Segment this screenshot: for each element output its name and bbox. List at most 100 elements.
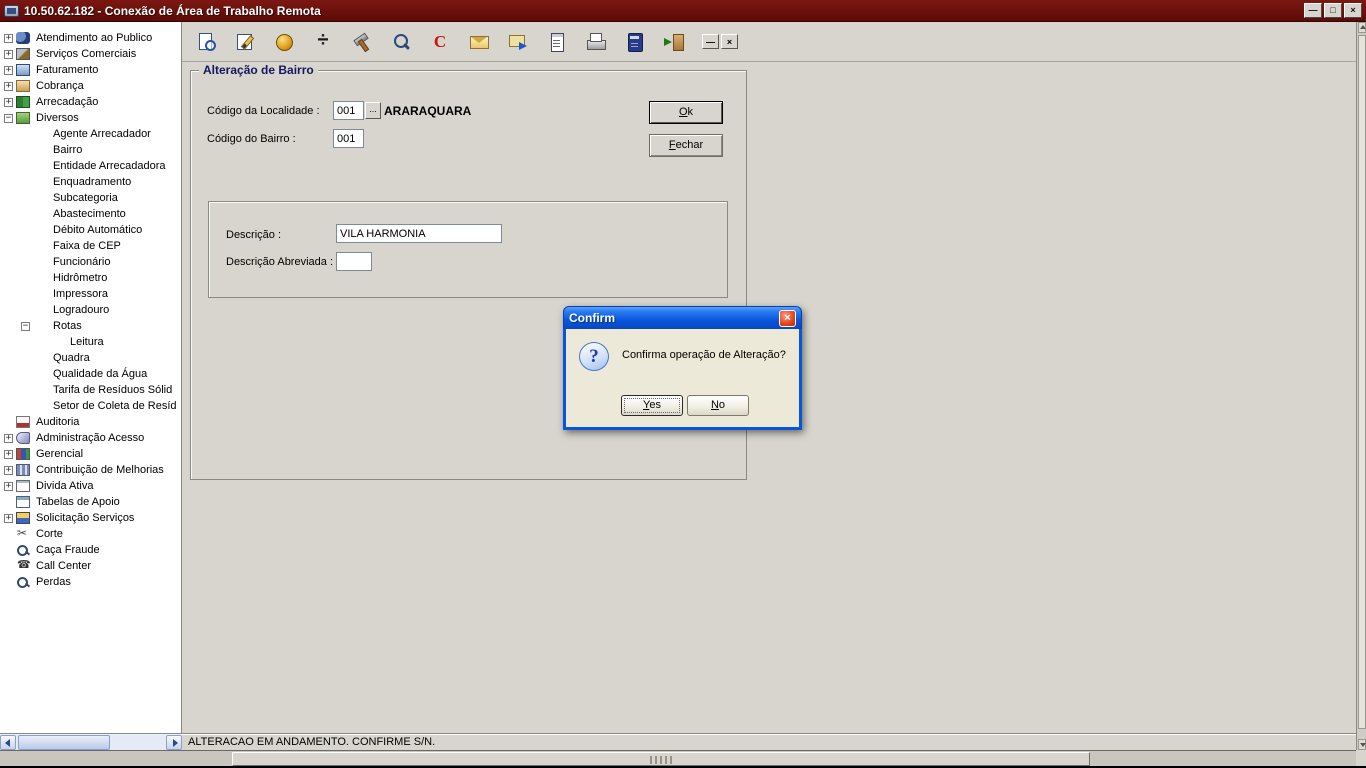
tree-item-label[interactable]: Atendimento ao Publico [34, 32, 154, 44]
tree-item-label[interactable]: Agente Arrecadador [51, 128, 153, 140]
tree-item[interactable]: Caça Fraude [0, 542, 181, 558]
tree-item-label[interactable]: Perdas [34, 576, 73, 588]
tree-item[interactable]: + Serviços Comerciais [0, 46, 181, 62]
tree-item[interactable]: +Solicitação Serviços [0, 510, 181, 526]
scroll-down-button[interactable] [1358, 739, 1366, 750]
fechar-button[interactable]: Fechar [649, 134, 723, 157]
tree-item-label[interactable]: Abastecimento [51, 208, 128, 220]
titlebar[interactable]: 10.50.62.182 - Conexão de Área de Trabal… [0, 0, 1366, 22]
tree-item-label[interactable]: Enquadramento [51, 176, 133, 188]
expand-icon[interactable]: + [4, 514, 13, 523]
tree[interactable]: + Atendimento ao Publico + Serviços Comerci… [0, 22, 182, 733]
tree-item-label[interactable]: Auditoria [34, 416, 81, 428]
tree-item-label[interactable]: Diversos [34, 112, 81, 124]
descricao-input[interactable] [336, 224, 502, 243]
search-button[interactable] [389, 30, 413, 54]
tree-item-label[interactable]: Bairro [51, 144, 84, 156]
tree-item[interactable]: Qualidade da Água [0, 366, 181, 382]
no-button[interactable]: No [687, 395, 749, 416]
session-hscroll-thumb[interactable] [232, 752, 1090, 766]
preview-button[interactable] [194, 30, 218, 54]
tree-item[interactable]: Funcionário [0, 254, 181, 270]
divide-button[interactable] [311, 30, 335, 54]
tree-item[interactable]: Bairro [0, 142, 181, 158]
maximize-button[interactable]: □ [1324, 3, 1342, 18]
tree-item[interactable]: +Divida Ativa [0, 478, 181, 494]
tree-item[interactable]: +Faturamento [0, 62, 181, 78]
calculator-button[interactable] [623, 30, 647, 54]
codigo-localidade-input[interactable] [333, 101, 364, 120]
tree-item-label[interactable]: Hidrômetro [51, 272, 109, 284]
tree-item-label[interactable]: Impressora [51, 288, 110, 300]
expand-icon[interactable]: + [4, 98, 13, 107]
refresh-button[interactable] [428, 30, 452, 54]
edit-button[interactable] [233, 30, 257, 54]
tree-item-label[interactable]: Arrecadação [34, 96, 100, 108]
tree-item[interactable]: Perdas [0, 574, 181, 590]
tree-item[interactable]: Agente Arrecadador [0, 126, 181, 142]
globe-button[interactable] [272, 30, 296, 54]
notes-button[interactable] [545, 30, 569, 54]
tree-scroll-track[interactable] [16, 735, 166, 750]
tree-item-label[interactable]: Administração Acesso [34, 432, 146, 444]
tree-item[interactable]: Débito Automático [0, 222, 181, 238]
tree-item-label[interactable]: Setor de Coleta de Resíd [51, 400, 179, 412]
scroll-right-button[interactable] [166, 735, 182, 750]
tree-item[interactable]: +Cobrança [0, 78, 181, 94]
expand-icon[interactable]: + [4, 34, 13, 43]
tree-item[interactable]: Abastecimento [0, 206, 181, 222]
tree-item-label[interactable]: Subcategoria [51, 192, 120, 204]
tree-item-label[interactable]: Caça Fraude [34, 544, 102, 556]
minimize-button[interactable]: — [1304, 3, 1322, 18]
collapse-icon[interactable]: − [21, 322, 30, 331]
tree-item-label[interactable]: Contribuição de Melhorias [34, 464, 166, 476]
descricao-abreviada-input[interactable] [336, 252, 372, 271]
scroll-up-button[interactable] [1358, 22, 1366, 33]
tree-item[interactable]: Entidade Arrecadadora [0, 158, 181, 174]
tree-item-label[interactable]: Gerencial [34, 448, 85, 460]
tree-item[interactable]: +Administração Acesso [0, 430, 181, 446]
dialog-close-button[interactable]: × [779, 310, 796, 327]
tree-item-label[interactable]: Rotas [51, 320, 84, 332]
expand-icon[interactable]: + [4, 466, 13, 475]
tree-item[interactable]: Auditoria [0, 414, 181, 430]
localidade-lookup-button[interactable]: ... [365, 102, 381, 119]
tree-item[interactable]: Call Center [0, 558, 181, 574]
tree-item[interactable]: Impressora [0, 286, 181, 302]
tree-item[interactable]: Hidrômetro [0, 270, 181, 286]
session-horizontal-scrollbar[interactable] [0, 750, 1366, 766]
tree-item[interactable]: + Arrecadação [0, 94, 181, 110]
ok-button[interactable]: Ok [649, 101, 723, 124]
tree-item-label[interactable]: Divida Ativa [34, 480, 95, 492]
collapse-icon[interactable]: − [4, 114, 13, 123]
session-vscroll-thumb[interactable] [1358, 35, 1366, 729]
tree-item[interactable]: +Gerencial [0, 446, 181, 462]
tree-item[interactable]: Faixa de CEP [0, 238, 181, 254]
tree-item-label[interactable]: Serviços Comerciais [34, 48, 138, 60]
tree-item-label[interactable]: Débito Automático [51, 224, 144, 236]
tree-item-label[interactable]: Quadra [51, 352, 92, 364]
tree-item-label[interactable]: Corte [34, 528, 65, 540]
tree-item[interactable]: Corte [0, 526, 181, 542]
tree-item[interactable]: Enquadramento [0, 174, 181, 190]
tree-item-label[interactable]: Cobrança [34, 80, 86, 92]
tree-item-label[interactable]: Tabelas de Apoio [34, 496, 122, 508]
yes-button[interactable]: Yes [621, 395, 683, 416]
tree-item-label[interactable]: Logradouro [51, 304, 111, 316]
tree-item[interactable]: Subcategoria [0, 190, 181, 206]
tree-item[interactable]: Logradouro [0, 302, 181, 318]
confirm-dialog-titlebar[interactable]: Confirm × [563, 306, 802, 329]
tree-item[interactable]: Leitura [0, 334, 181, 350]
tree-item-label[interactable]: Tarifa de Resíduos Sólid [51, 384, 174, 396]
session-vertical-scrollbar[interactable] [1356, 22, 1366, 750]
tree-item-label[interactable]: Entidade Arrecadadora [51, 160, 168, 172]
scroll-left-button[interactable] [0, 735, 16, 750]
codigo-bairro-input[interactable] [333, 129, 364, 148]
expand-icon[interactable]: + [4, 50, 13, 59]
tools-button[interactable] [350, 30, 374, 54]
close-button[interactable]: × [1344, 3, 1362, 18]
tree-item[interactable]: Quadra [0, 350, 181, 366]
tree-item[interactable]: + Contribuição de Melhorias [0, 462, 181, 478]
tree-item[interactable]: − Diversos [0, 110, 181, 126]
tree-item[interactable]: Tarifa de Resíduos Sólid [0, 382, 181, 398]
